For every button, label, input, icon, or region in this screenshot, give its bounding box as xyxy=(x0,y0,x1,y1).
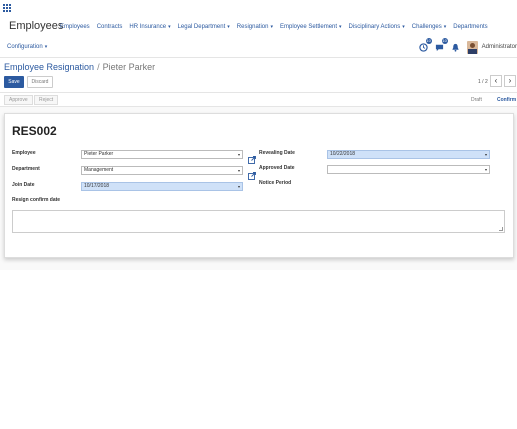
save-button[interactable]: Save xyxy=(4,76,24,88)
external-link-icon[interactable] xyxy=(248,151,256,164)
user-name[interactable]: Administrator xyxy=(482,44,517,50)
form-statusbar: Approve Reject Draft Confirm xyxy=(0,92,517,107)
breadcrumb: Employee Resignation / Pieter Parker xyxy=(4,62,155,72)
menu-item-label: Challenges xyxy=(411,24,442,30)
systray: 10 10 Administrator xyxy=(419,38,517,55)
chat-icon xyxy=(436,44,444,51)
menu-item-hr-insurance[interactable]: HR Insurance ▾ xyxy=(129,24,170,30)
app-brand: Employees xyxy=(9,20,64,32)
activity-badge: 10 xyxy=(425,38,432,44)
approved-date-field[interactable]: ▾ xyxy=(327,165,490,174)
breadcrumb-parent[interactable]: Employee Resignation xyxy=(4,62,94,72)
chevron-down-icon: ▾ xyxy=(484,152,487,157)
configuration-label: Configuration xyxy=(7,44,43,50)
clock-icon xyxy=(419,42,428,52)
revealing-date-label: Revealing Date xyxy=(259,150,295,156)
menu-item-legal-department[interactable]: Legal Department ▾ xyxy=(178,24,230,30)
chevron-down-icon: ▾ xyxy=(484,167,487,172)
breadcrumb-current: Pieter Parker xyxy=(102,62,156,72)
employee-label: Employee xyxy=(12,150,36,156)
department-label: Department xyxy=(12,166,40,172)
notes-textarea[interactable] xyxy=(12,210,505,233)
chevron-down-icon: ▾ xyxy=(168,24,171,30)
user-avatar[interactable] xyxy=(466,40,478,54)
department-value: Management xyxy=(84,167,114,173)
menu-item-label: Disciplinary Actions xyxy=(348,24,401,30)
messages-button[interactable]: 10 xyxy=(435,38,448,53)
menu-item-label: HR Insurance xyxy=(129,24,167,30)
resign-confirm-date-label: Resign confirm date xyxy=(12,197,61,203)
chevron-down-icon: ▾ xyxy=(339,24,342,30)
form-sheet: RES002 Employee Pieter Parker ▾ Departme… xyxy=(4,113,514,258)
external-link-icon[interactable] xyxy=(248,167,256,180)
breadcrumb-separator: / xyxy=(97,62,100,72)
activity-button[interactable]: 10 xyxy=(419,38,432,53)
pager-previous-button[interactable]: ‹ xyxy=(490,75,502,87)
approved-date-label: Approved Date xyxy=(259,165,295,171)
join-date-label: Join Date xyxy=(12,182,35,188)
revealing-date-field[interactable]: 10/22/2018 ▾ xyxy=(327,150,490,159)
pager-next-button[interactable]: › xyxy=(504,75,516,87)
department-field[interactable]: Management ▾ xyxy=(81,166,243,175)
messages-badge: 10 xyxy=(441,38,448,44)
chevron-down-icon: ▾ xyxy=(270,24,273,30)
top-navbar: Employees Employees Contracts HR Insurance… xyxy=(0,0,517,58)
chevron-down-icon: ▾ xyxy=(237,152,240,157)
join-date-value: 10/17/2018 xyxy=(84,183,110,189)
reject-button[interactable]: Reject xyxy=(34,95,59,105)
chevron-down-icon: ▾ xyxy=(402,24,405,30)
resize-handle-icon[interactable] xyxy=(499,227,503,231)
discard-button[interactable]: Discard xyxy=(27,76,53,88)
menu-item-label: Contracts xyxy=(96,24,123,30)
chevron-down-icon: ▾ xyxy=(237,168,240,173)
stage-draft[interactable]: Draft xyxy=(471,97,482,103)
menu-item-label: Employees xyxy=(60,24,90,30)
menu-item-label: Legal Department xyxy=(177,24,226,30)
employee-value: Pieter Parker xyxy=(84,151,114,157)
join-date-field[interactable]: 10/17/2018 ▾ xyxy=(81,182,243,191)
chevron-down-icon: ▾ xyxy=(227,24,230,30)
menu-item-resignation[interactable]: Resignation ▾ xyxy=(237,24,273,30)
menu-item-label: Resignation xyxy=(236,24,269,30)
menu-item-label: Employee Settlement xyxy=(280,24,338,30)
bell-icon xyxy=(452,43,459,52)
menu-item-disciplinary-actions[interactable]: Disciplinary Actions ▾ xyxy=(349,24,405,30)
approve-button[interactable]: Approve xyxy=(4,95,33,105)
notice-period-label: Notice Period xyxy=(259,180,292,186)
notifications-button[interactable] xyxy=(451,41,461,53)
employee-field[interactable]: Pieter Parker ▾ xyxy=(81,150,243,159)
menu-item-contracts[interactable]: Contracts xyxy=(97,24,123,30)
menu-item-employees[interactable]: Employees xyxy=(60,24,90,30)
menu-item-configuration[interactable]: Configuration ▾ xyxy=(7,44,47,50)
chevron-down-icon: ▾ xyxy=(237,184,240,189)
menu-item-label: Departments xyxy=(453,24,488,30)
menu-item-challenges[interactable]: Challenges ▾ xyxy=(412,24,447,30)
menu-item-departments[interactable]: Departments xyxy=(453,24,487,30)
record-title: RES002 xyxy=(12,124,57,138)
chevron-down-icon: ▾ xyxy=(44,44,48,50)
stage-confirm[interactable]: Confirm xyxy=(497,97,516,103)
pager-value: 1 / 2 xyxy=(478,79,488,85)
menu-item-employee-settlement[interactable]: Employee Settlement ▾ xyxy=(280,24,342,30)
chevron-down-icon: ▾ xyxy=(443,24,447,30)
revealing-date-value: 10/22/2018 xyxy=(330,151,356,157)
apps-menu-icon[interactable] xyxy=(3,4,11,12)
main-menu: Employees Contracts HR Insurance ▾ Legal Dep… xyxy=(60,24,495,30)
